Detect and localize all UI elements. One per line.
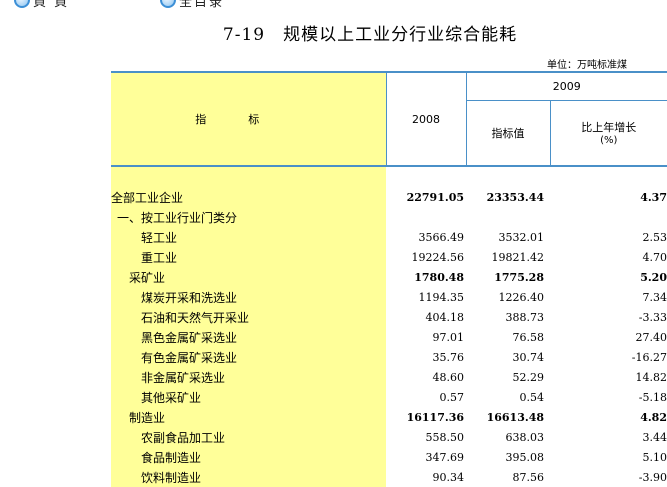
table-row: 农副食品加工业 558.50 638.03 3.44 <box>111 427 667 447</box>
row-value-2008 <box>386 207 466 227</box>
row-growth: 7.34 <box>642 290 667 304</box>
row-value-2008: 97.01 <box>432 330 465 344</box>
row-name: 煤炭开采和洗选业 <box>111 287 386 307</box>
row-name: 制造业 <box>111 407 386 427</box>
table-row: 有色金属矿采选业 35.76 30.74 -16.27 <box>111 347 667 367</box>
row-value-2008: 1194.35 <box>418 290 465 304</box>
row-value-2009: 16613.48 <box>486 410 544 424</box>
table-row: 石油和天然气开采业 404.18 388.73 -3.33 <box>111 307 667 327</box>
page-title: 7-19 规模以上工业分行业综合能耗 <box>222 25 518 45</box>
row-name: 轻工业 <box>111 227 386 247</box>
row-value-2009: 388.73 <box>505 310 545 324</box>
contents-circle-icon <box>160 0 176 8</box>
row-name: 全部工业企业 <box>111 187 386 207</box>
row-value-2008: 48.60 <box>432 370 465 384</box>
row-growth: 4.82 <box>640 410 667 424</box>
top-navigation: 頁 頁 全目录 <box>0 0 667 10</box>
table-row: 饮料制造业 90.34 87.56 -3.90 <box>111 467 667 487</box>
row-growth: -5.18 <box>638 390 667 404</box>
row-value-2008: 558.50 <box>425 430 465 444</box>
header-2008: 2008 <box>386 71 467 167</box>
row-growth <box>550 207 667 227</box>
table-row: 重工业 19224.56 19821.42 4.70 <box>111 247 667 267</box>
row-name: 一、按工业行业门类分 <box>111 207 386 227</box>
row-name: 饮料制造业 <box>111 467 386 487</box>
row-name: 食品制造业 <box>111 447 386 467</box>
row-value-2009: 3532.01 <box>498 230 545 244</box>
row-name: 采矿业 <box>111 267 386 287</box>
row-name: 有色金属矿采选业 <box>111 347 386 367</box>
row-name: 黑色金属矿采选业 <box>111 327 386 347</box>
row-growth: 14.82 <box>635 370 667 384</box>
table-row: 轻工业 3566.49 3532.01 2.53 <box>111 227 667 247</box>
row-name: 农副食品加工业 <box>111 427 386 447</box>
table-row: 黑色金属矿采选业 97.01 76.58 27.40 <box>111 327 667 347</box>
row-growth: -3.90 <box>638 470 667 484</box>
row-growth: 4.70 <box>642 250 667 264</box>
row-value-2009: 19821.42 <box>491 250 545 264</box>
row-name: 重工业 <box>111 247 386 267</box>
table-row: 其他采矿业 0.57 0.54 -5.18 <box>111 387 667 407</box>
header-indicator: 指标 <box>111 71 387 167</box>
row-value-2008: 3566.49 <box>418 230 465 244</box>
row-value-2009: 1226.40 <box>498 290 545 304</box>
row-value-2008: 22791.05 <box>406 190 464 204</box>
header-value: 指标值 <box>466 100 551 167</box>
unit-label: 单位：万吨标准煤 <box>547 60 627 71</box>
row-value-2009: 87.56 <box>512 470 545 484</box>
row-name: 其他采矿业 <box>111 387 386 407</box>
table-row: 全部工业企业 22791.05 23353.44 4.37 <box>111 187 667 207</box>
row-growth: 2.53 <box>642 230 667 244</box>
row-value-2009: 638.03 <box>505 430 545 444</box>
row-name: 非金属矿采选业 <box>111 367 386 387</box>
header-growth: 比上年增长 (%) <box>550 100 667 167</box>
table-row: 非金属矿采选业 48.60 52.29 14.82 <box>111 367 667 387</box>
back-circle-icon <box>14 0 30 8</box>
table-row: 一、按工业行业门类分 <box>111 207 667 227</box>
row-value-2008: 16117.36 <box>406 410 464 424</box>
table-body: 全部工业企业 22791.05 23353.44 4.37 一、按工业行业门类分 轻工业 3… <box>111 166 667 487</box>
table-row: 制造业 16117.36 16613.48 4.82 <box>111 407 667 427</box>
row-value-2009: 1775.28 <box>494 270 544 284</box>
table-row: 采矿业 1780.48 1775.28 5.20 <box>111 267 667 287</box>
row-value-2009: 23353.44 <box>486 190 544 204</box>
row-value-2009: 0.54 <box>519 390 545 404</box>
row-growth: 4.37 <box>640 190 667 204</box>
row-growth: -3.33 <box>638 310 667 324</box>
row-value-2008: 1780.48 <box>414 270 464 284</box>
row-value-2009: 30.74 <box>512 350 545 364</box>
row-growth: -16.27 <box>631 350 667 364</box>
nav-contents-label: 全目录 <box>179 0 225 10</box>
row-growth: 5.10 <box>642 450 667 464</box>
row-value-2008: 0.57 <box>439 390 465 404</box>
row-value-2009: 52.29 <box>512 370 545 384</box>
row-value-2009 <box>466 207 550 227</box>
row-name: 石油和天然气开采业 <box>111 307 386 327</box>
nav-back-button[interactable]: 頁 頁 <box>14 0 69 10</box>
row-value-2008: 90.34 <box>432 470 465 484</box>
row-value-2008: 19224.56 <box>411 250 465 264</box>
row-growth: 27.40 <box>635 330 667 344</box>
table-row: 食品制造业 347.69 395.08 5.10 <box>111 447 667 467</box>
header-2009: 2009 <box>466 71 667 101</box>
row-growth: 5.20 <box>640 270 667 284</box>
row-value-2008: 404.18 <box>425 310 465 324</box>
nav-back-label: 頁 頁 <box>33 0 70 10</box>
row-value-2009: 395.08 <box>505 450 545 464</box>
table-row: 煤炭开采和洗选业 1194.35 1226.40 7.34 <box>111 287 667 307</box>
row-growth: 3.44 <box>642 430 667 444</box>
energy-consumption-table: 指标 2008 2009 指标值 比上年增长 (%) 全部工业企业 22791.0… <box>111 71 667 487</box>
row-value-2008: 35.76 <box>432 350 465 364</box>
row-value-2008: 347.69 <box>425 450 465 464</box>
nav-contents-button[interactable]: 全目录 <box>160 0 224 10</box>
row-value-2009: 76.58 <box>512 330 545 344</box>
